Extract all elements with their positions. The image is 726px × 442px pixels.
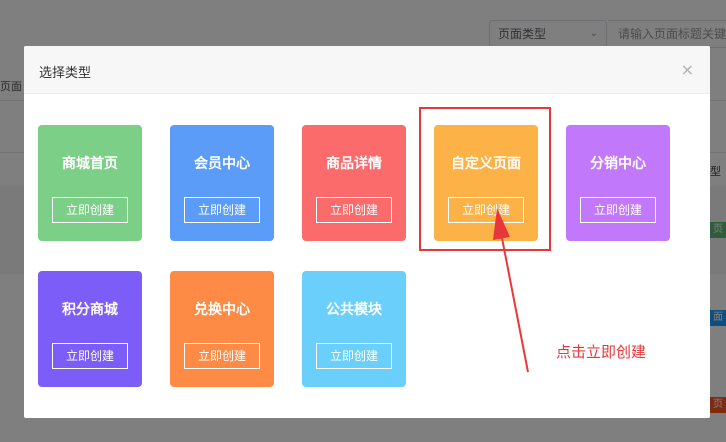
annotation-text: 点击立即创建 [556, 343, 647, 361]
annotation-arrow [493, 208, 529, 373]
